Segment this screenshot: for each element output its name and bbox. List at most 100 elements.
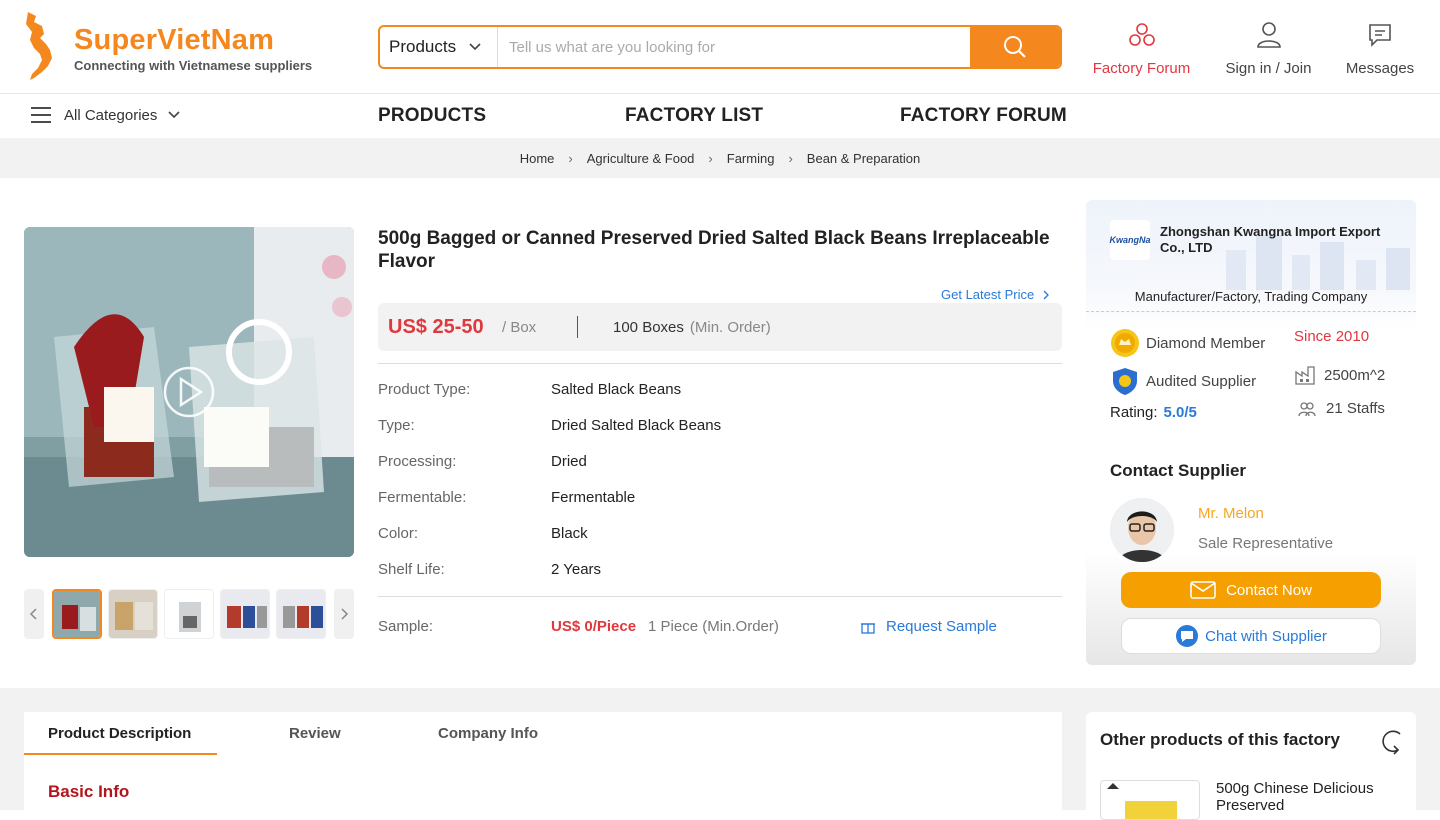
attr-value: Salted Black Beans xyxy=(551,381,682,398)
get-latest-price-label: Get Latest Price xyxy=(941,287,1035,302)
supplier-name[interactable]: Zhongshan Kwangna Import Export Co., LTD xyxy=(1160,224,1400,256)
divider xyxy=(577,316,578,338)
gift-box-icon xyxy=(861,622,875,634)
attr-key: Product Type: xyxy=(378,381,471,398)
contact-now-button[interactable]: Contact Now xyxy=(1121,572,1381,608)
chevron-right-icon xyxy=(1043,290,1050,299)
thumbnail[interactable] xyxy=(108,589,158,639)
chevron-down-icon xyxy=(168,111,180,119)
thumbnail[interactable] xyxy=(276,589,326,639)
main-nav: All Categories PRODUCTS FACTORY LIST FAC… xyxy=(0,94,1440,138)
nav-factory-list[interactable]: FACTORY LIST xyxy=(625,105,763,127)
hamburger-icon xyxy=(31,107,51,123)
active-tab-indicator xyxy=(24,753,217,755)
attr-value: Black xyxy=(551,525,588,542)
sample-min-order: 1 Piece (Min.Order) xyxy=(648,618,779,635)
contact-supplier-heading: Contact Supplier xyxy=(1110,461,1247,480)
all-categories-menu[interactable]: All Categories xyxy=(30,106,181,124)
min-order: 100 Boxes (Min. Order) xyxy=(613,319,771,336)
other-products-panel: Other products of this factory 500g Chin… xyxy=(1086,712,1416,820)
rating-label: Rating: xyxy=(1110,404,1158,421)
get-latest-price-link[interactable]: Get Latest Price xyxy=(941,287,1050,302)
all-categories-label: All Categories xyxy=(64,106,158,124)
chevron-right-icon xyxy=(341,608,349,620)
tab-review[interactable]: Review xyxy=(289,725,341,742)
breadcrumb-farming[interactable]: Farming xyxy=(727,151,775,166)
request-sample-label: Request Sample xyxy=(886,618,997,635)
tab-product-description[interactable]: Product Description xyxy=(48,725,191,742)
factory-forum-link[interactable]: Factory Forum xyxy=(1090,20,1193,77)
forum-icon xyxy=(1128,23,1155,46)
chat-with-supplier-label: Chat with Supplier xyxy=(1205,627,1327,645)
divider xyxy=(1086,311,1416,312)
message-icon xyxy=(1369,24,1391,47)
thumbnail[interactable] xyxy=(52,589,102,639)
diamond-member-label: Diamond Member xyxy=(1146,334,1266,352)
shield-icon xyxy=(1113,368,1137,395)
supplier-logo[interactable]: KwangNa xyxy=(1110,220,1151,260)
breadcrumb: Home › Agriculture & Food › Farming › Be… xyxy=(0,138,1440,178)
factory-icon xyxy=(1295,366,1315,385)
thumb-prev-button[interactable] xyxy=(24,589,44,639)
attr-value: Dried xyxy=(551,453,587,470)
breadcrumb-agriculture[interactable]: Agriculture & Food xyxy=(587,151,695,166)
search-input[interactable] xyxy=(498,27,970,67)
diamond-medal-icon xyxy=(1111,329,1139,357)
attr-value: Fermentable xyxy=(551,489,636,506)
other-product-title[interactable]: 500g Chinese Delicious Preserved xyxy=(1216,780,1406,814)
thumb-next-button[interactable] xyxy=(334,589,354,639)
nav-products[interactable]: PRODUCTS xyxy=(378,105,486,127)
breadcrumb-bean[interactable]: Bean & Preparation xyxy=(807,151,920,166)
sign-in-label: Sign in / Join xyxy=(1225,60,1312,77)
sample-label: Sample: xyxy=(378,618,434,635)
basic-info-heading: Basic Info xyxy=(48,782,130,801)
sample-price: US$ 0/Piece xyxy=(551,618,637,635)
product-main-image[interactable] xyxy=(24,227,354,557)
other-products-heading: Other products of this factory xyxy=(1100,730,1340,749)
attr-value: 2 Years xyxy=(551,561,602,578)
attr-key: Processing: xyxy=(378,453,457,470)
mail-icon xyxy=(1190,581,1216,599)
messages-label: Messages xyxy=(1345,60,1415,77)
staff-count: 21 Staffs xyxy=(1298,400,1385,417)
diamond-member-badge: Diamond Member xyxy=(1110,328,1265,358)
messages-link[interactable]: Messages xyxy=(1343,20,1417,77)
attr-key: Type: xyxy=(378,417,415,434)
chat-with-supplier-button[interactable]: Chat with Supplier xyxy=(1121,618,1381,654)
staff-count-label: 21 Staffs xyxy=(1326,400,1385,417)
thumbnail[interactable] xyxy=(220,589,270,639)
breadcrumb-home[interactable]: Home xyxy=(520,151,555,166)
thumbnail-strip xyxy=(24,589,354,639)
min-order-note: (Min. Order) xyxy=(689,319,771,336)
other-product-thumbnail[interactable] xyxy=(1100,780,1200,820)
chevron-right-icon: › xyxy=(708,150,713,166)
search-category-label: Products xyxy=(389,37,457,56)
sign-in-link[interactable]: Sign in / Join xyxy=(1222,20,1315,77)
divider xyxy=(378,596,1062,597)
search-category-select[interactable]: Products xyxy=(380,27,498,67)
product-title: 500g Bagged or Canned Preserved Dried Sa… xyxy=(378,228,1050,272)
chevron-right-icon: › xyxy=(568,150,573,166)
factory-area: 2500m^2 xyxy=(1294,364,1385,386)
min-order-value: 100 Boxes xyxy=(613,319,684,336)
supplier-card: KwangNa Zhongshan Kwangna Import Export … xyxy=(1086,200,1416,665)
chevron-left-icon xyxy=(29,608,37,620)
audited-supplier-badge: Audited Supplier xyxy=(1110,366,1256,396)
supplier-type: Manufacturer/Factory, Trading Company xyxy=(1134,289,1368,304)
rep-role: Sale Representative xyxy=(1198,535,1334,552)
nav-factory-forum[interactable]: FACTORY FORUM xyxy=(900,105,1067,127)
attr-value: Dried Salted Black Beans xyxy=(551,417,722,434)
vietnam-map-logo-icon[interactable] xyxy=(22,10,70,82)
since-year: Since 2010 xyxy=(1294,328,1370,345)
brand-name[interactable]: SuperVietNam xyxy=(74,24,274,57)
attr-key: Color: xyxy=(378,525,419,542)
factory-forum-label: Factory Forum xyxy=(1092,60,1191,77)
user-icon xyxy=(1256,22,1281,48)
avatar xyxy=(1110,498,1174,562)
tab-company-info[interactable]: Company Info xyxy=(438,725,538,742)
price-range: US$ 25-50 xyxy=(388,316,484,338)
thumbnail[interactable] xyxy=(164,589,214,639)
request-sample-link[interactable]: Request Sample xyxy=(860,618,997,635)
search-button[interactable] xyxy=(970,27,1060,67)
refresh-icon[interactable] xyxy=(1378,726,1406,756)
